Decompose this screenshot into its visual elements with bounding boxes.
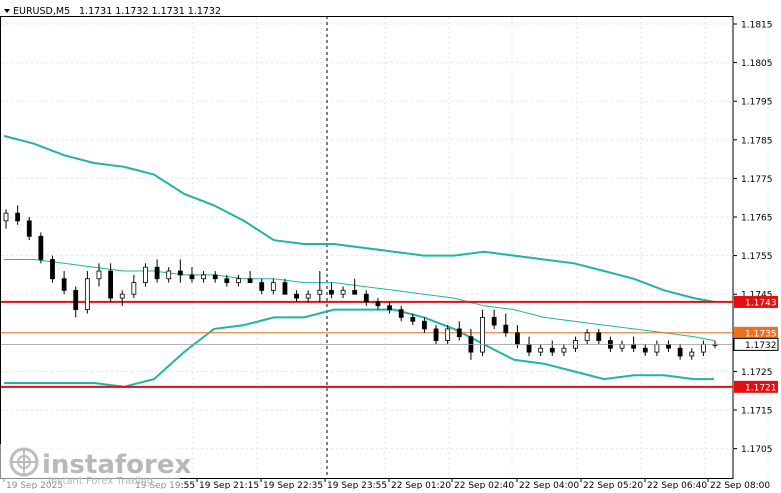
candle-body	[410, 316, 416, 322]
y-tick-label: 1.1775	[741, 175, 773, 185]
candle-body	[398, 309, 404, 318]
candle-body	[317, 289, 323, 295]
candle-body	[26, 220, 32, 237]
candle-body	[352, 289, 358, 295]
level-price-label: 1.1743	[745, 298, 777, 308]
candle-body	[561, 347, 567, 353]
ohlc-values: 1.1731 1.1732 1.1731 1.1732	[79, 6, 221, 17]
candle-body	[456, 328, 462, 338]
candle-body	[515, 332, 520, 345]
candle-body	[212, 274, 218, 280]
candle-body	[38, 235, 44, 260]
candle-body	[189, 274, 195, 280]
watermark: instaforex Instant Forex Trading	[0, 444, 192, 489]
candle-body	[538, 347, 544, 353]
candle-body	[119, 293, 125, 299]
candle-body	[433, 328, 439, 341]
candle-body	[294, 293, 299, 299]
candle-body	[363, 293, 369, 303]
candle-body	[247, 278, 253, 284]
y-tick-label: 1.1765	[741, 214, 773, 224]
candle-body	[445, 328, 451, 341]
x-tick-label: 22 Sep 02:40	[454, 481, 514, 489]
candle-body	[177, 270, 183, 276]
y-tick-label: 1.1705	[741, 445, 773, 455]
candle-body	[236, 278, 241, 284]
candle-body	[50, 259, 55, 280]
candle-body	[596, 332, 602, 341]
candle-body	[61, 278, 67, 291]
candle-body	[154, 266, 160, 280]
x-tick-label: 19 Sep 21:15	[199, 481, 259, 489]
candle-body	[549, 347, 555, 353]
candle-body	[491, 316, 497, 326]
x-tick-label: 22 Sep 05:20	[583, 481, 643, 489]
candle-body	[201, 274, 206, 280]
candle-body	[270, 282, 276, 291]
candle-body	[143, 266, 148, 284]
candle-body	[15, 212, 21, 222]
x-tick-label: 22 Sep 06:40	[647, 481, 707, 489]
candle-body	[84, 278, 90, 311]
candle-body	[131, 282, 137, 295]
y-tick-label: 1.1725	[741, 368, 773, 378]
candle-body	[305, 293, 311, 299]
candle-body	[96, 270, 102, 280]
x-tick-label: 22 Sep 01:20	[391, 481, 451, 489]
candle-body	[329, 289, 334, 295]
y-tick-label: 1.1805	[741, 59, 773, 69]
y-tick-label: 1.1795	[741, 98, 773, 108]
y-tick-label: 1.1785	[741, 136, 773, 146]
candle-body	[584, 332, 590, 341]
y-tick-label: 1.1815	[741, 21, 773, 31]
candle-body	[166, 270, 172, 280]
candle-body	[619, 343, 625, 349]
candle-body	[700, 343, 706, 353]
chart-header: EURUSD,M5 1.1731 1.1732 1.1731 1.1732	[4, 6, 221, 17]
candle-body	[259, 282, 265, 291]
x-tick-label: 22 Sep 08:00	[710, 481, 770, 489]
chart-canvas[interactable]: 19 Sep 202519 Sep 19:5519 Sep 21:1519 Se…	[0, 0, 781, 491]
y-tick-label: 1.1755	[741, 252, 773, 262]
candle-body	[666, 343, 671, 349]
candle-body	[654, 343, 660, 353]
candle-body	[503, 324, 509, 334]
candle-body	[108, 270, 114, 299]
x-tick-label: 19 Sep 23:55	[327, 481, 387, 489]
level-price-label: 1.1735	[745, 329, 777, 339]
x-tick-label: 19 Sep 22:35	[263, 481, 323, 489]
candle-body	[631, 343, 637, 349]
candle-body	[3, 212, 9, 222]
candle-body	[375, 301, 381, 307]
current-price-label: 1.1732	[745, 341, 777, 351]
candle-body	[689, 351, 695, 357]
chart-background	[0, 0, 781, 489]
candle-body	[282, 282, 288, 295]
candle-body	[340, 289, 346, 295]
brand-tagline: Instant Forex Trading	[48, 476, 153, 487]
y-tick-label: 1.1715	[741, 407, 773, 417]
candle-body	[642, 347, 648, 353]
candle-body	[422, 320, 427, 330]
brand-logo-icon	[9, 447, 39, 477]
candle-body	[387, 305, 392, 311]
trading-chart[interactable]: 19 Sep 202519 Sep 19:5519 Sep 21:1519 Se…	[0, 0, 781, 491]
candle-body	[480, 316, 485, 353]
x-tick-label: 22 Sep 04:00	[519, 481, 579, 489]
symbol-label: EURUSD,M5	[13, 6, 70, 17]
level-price-label: 1.1721	[745, 383, 777, 393]
candle-body	[73, 289, 79, 311]
candle-body	[224, 278, 230, 284]
candle-body	[677, 347, 683, 357]
candle-body	[526, 343, 532, 353]
